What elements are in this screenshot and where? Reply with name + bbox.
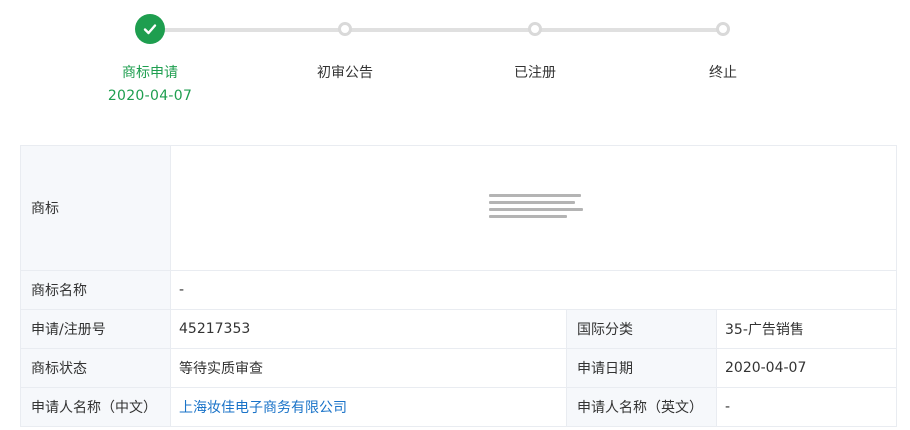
- registration-number-value: 45217353: [170, 309, 567, 349]
- applicant-en-label: 申请人名称（英文）: [566, 387, 717, 427]
- check-icon: [135, 14, 165, 44]
- step-date: 2020-04-07: [107, 88, 193, 104]
- step-dot-icon: [338, 22, 352, 36]
- applicant-cn-cell: 上海妆佳电子商务有限公司: [170, 387, 567, 427]
- trademark-name-value: -: [170, 270, 897, 310]
- international-class-value: 35-广告销售: [716, 309, 897, 349]
- trademark-image-cell: [170, 145, 897, 271]
- table-row: 申请/注册号 45217353 国际分类 35-广告销售: [20, 309, 897, 349]
- step-terminated: 终止: [643, 14, 803, 82]
- step-label: 终止: [709, 65, 737, 81]
- table-row: 商标状态 等待实质审查 申请日期 2020-04-07: [20, 348, 897, 388]
- step-dot-icon: [716, 22, 730, 36]
- applicant-cn-label: 申请人名称（中文）: [20, 387, 171, 427]
- step-registered: 已注册: [455, 14, 615, 82]
- applicant-cn-link[interactable]: 上海妆佳电子商务有限公司: [179, 400, 347, 416]
- trademark-label: 商标: [20, 145, 171, 271]
- step-dot-icon: [528, 22, 542, 36]
- step-label: 已注册: [514, 65, 556, 81]
- step-label: 商标申请: [122, 65, 178, 81]
- step-preliminary-announcement: 初审公告: [265, 14, 425, 82]
- international-class-label: 国际分类: [566, 309, 717, 349]
- trademark-status-label: 商标状态: [20, 348, 171, 388]
- step-application: 商标申请 2020-04-07: [70, 14, 230, 104]
- step-label: 初审公告: [317, 65, 373, 81]
- application-date-label: 申请日期: [566, 348, 717, 388]
- table-row: 申请人名称（中文） 上海妆佳电子商务有限公司 申请人名称（英文） -: [20, 387, 897, 427]
- trademark-name-label: 商标名称: [20, 270, 171, 310]
- table-row: 商标名称 -: [20, 270, 897, 310]
- progress-track: [150, 28, 723, 32]
- trademark-status-value: 等待实质审查: [170, 348, 567, 388]
- application-date-value: 2020-04-07: [716, 348, 897, 388]
- applicant-en-value: -: [716, 387, 897, 427]
- table-row: 商标: [20, 145, 897, 271]
- progress-steps: 商标申请 2020-04-07 初审公告 已注册 终止: [0, 0, 910, 110]
- trademark-info-table: 商标 商标名称 - 申请/注册号 45217353 国际分类 35-广告销售 商…: [20, 145, 897, 427]
- trademark-image[interactable]: [489, 194, 589, 222]
- registration-number-label: 申请/注册号: [20, 309, 171, 349]
